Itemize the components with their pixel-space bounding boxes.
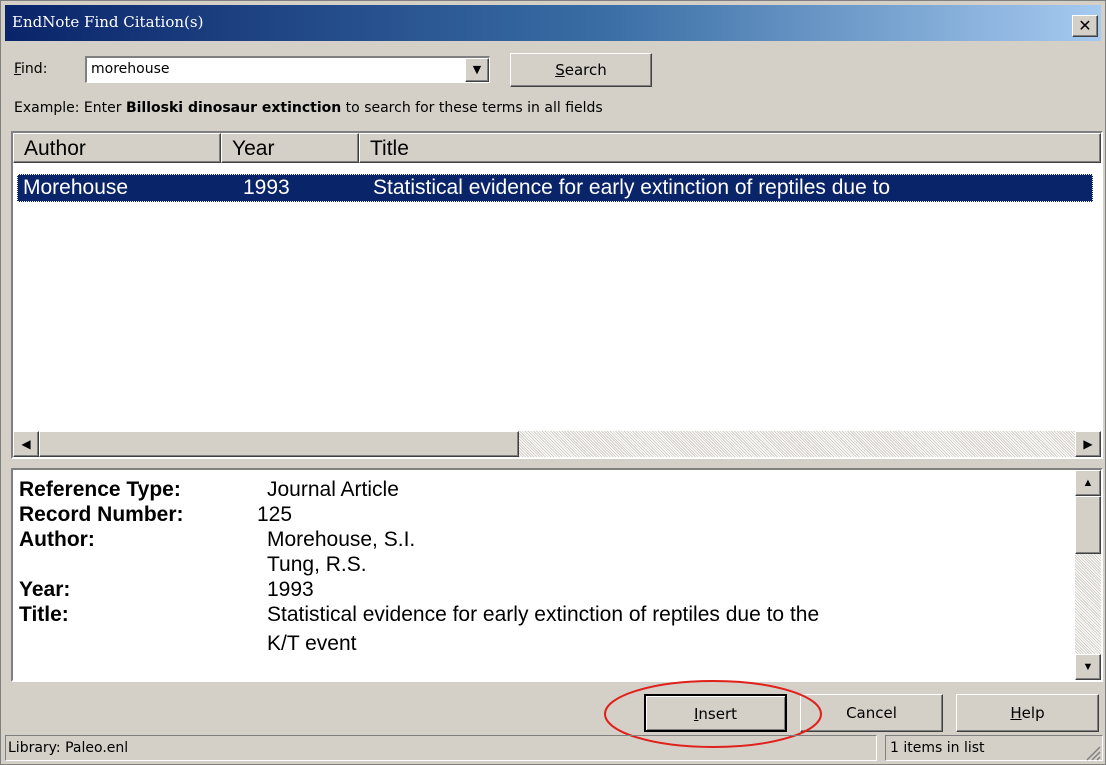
column-header-title[interactable]: Title [359, 133, 1101, 163]
author-value-1: Morehouse, S.I. [267, 528, 416, 551]
vertical-scroll-thumb[interactable] [1075, 496, 1101, 554]
find-input-value: morehouse [91, 61, 170, 77]
author-value-2: Tung, R.S. [267, 553, 367, 576]
title-label: Title: [19, 603, 69, 626]
author-label: Author: [19, 528, 95, 551]
scroll-right-icon[interactable]: ▶ [1075, 431, 1101, 457]
year-label: Year: [19, 578, 71, 601]
title-bar[interactable]: EndNote Find Citation(s) ✕ [5, 5, 1101, 41]
status-item-count: 1 items in list [885, 735, 1103, 761]
horizontal-scrollbar[interactable]: ◀ ▶ [13, 431, 1101, 457]
reference-type-label: Reference Type: [19, 478, 181, 501]
column-header-year[interactable]: Year [221, 133, 359, 163]
row-author: Morehouse [23, 176, 129, 199]
table-row[interactable]: Morehouse 1993 Statistical evidence for … [17, 174, 1093, 202]
status-library: Library: Paleo.enl [5, 735, 877, 761]
help-button[interactable]: Help [956, 694, 1099, 732]
reference-type-value: Journal Article [267, 478, 399, 501]
find-input[interactable]: morehouse ▼ [85, 56, 490, 83]
find-label: Find: [14, 61, 48, 77]
year-value: 1993 [267, 578, 314, 601]
scroll-down-icon[interactable]: ▼ [1075, 654, 1101, 680]
title-value-line-1: Statistical evidence for early extinctio… [267, 603, 820, 626]
record-number-label: Record Number: [19, 503, 184, 526]
scroll-up-icon[interactable]: ▲ [1075, 470, 1101, 496]
column-header-author[interactable]: Author [13, 133, 221, 163]
scroll-left-icon[interactable]: ◀ [13, 431, 39, 457]
search-button[interactable]: Search [510, 53, 652, 87]
title-value-line-2: K/T event [267, 632, 357, 655]
resize-grip-icon[interactable] [1083, 743, 1101, 761]
close-icon[interactable]: ✕ [1072, 15, 1098, 37]
window-title: EndNote Find Citation(s) [12, 13, 204, 31]
vertical-scrollbar[interactable]: ▲ ▼ [1075, 470, 1101, 680]
row-year: 1993 [243, 176, 290, 199]
search-example-hint: Example: Enter Billoski dinosaur extinct… [14, 100, 603, 116]
horizontal-scroll-thumb[interactable] [39, 431, 519, 457]
row-title: Statistical evidence for early extinctio… [373, 176, 891, 199]
reference-preview: Reference Type: Journal Article Record N… [11, 468, 1103, 682]
find-citations-dialog: EndNote Find Citation(s) ✕ Find: morehou… [0, 0, 1106, 765]
record-number-value: 125 [257, 503, 293, 526]
results-list[interactable]: Author Year Title Morehouse 1993 Statist… [11, 131, 1103, 459]
dropdown-arrow-icon[interactable]: ▼ [465, 58, 489, 82]
status-bar: Library: Paleo.enl 1 items in list [5, 735, 1103, 763]
